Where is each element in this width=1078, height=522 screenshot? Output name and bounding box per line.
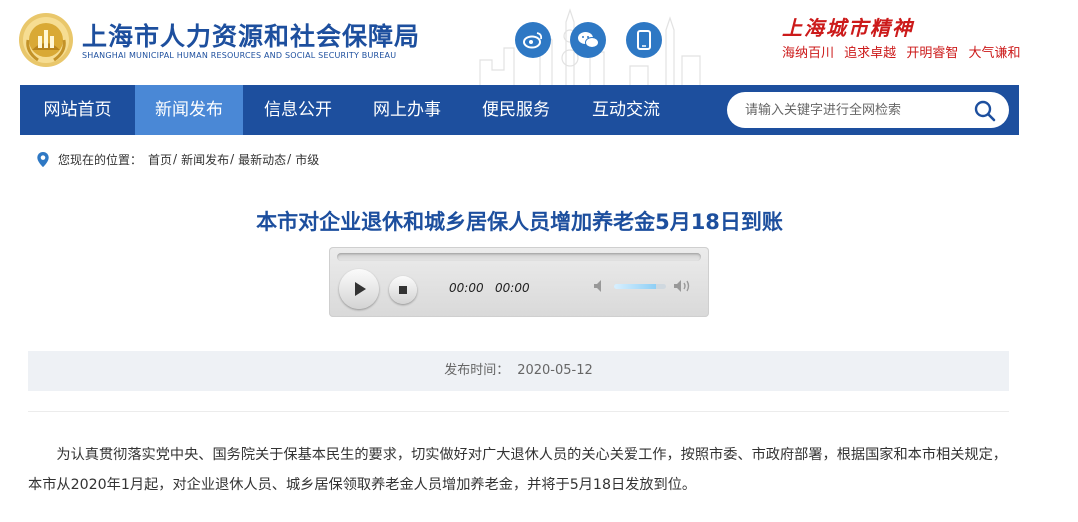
- nav-item-online-services[interactable]: 网上办事: [353, 85, 461, 135]
- mobile-icon: [637, 30, 651, 50]
- stop-icon: [399, 286, 407, 294]
- nav-item-interaction[interactable]: 互动交流: [571, 85, 681, 135]
- nav-item-public-services[interactable]: 便民服务: [461, 85, 571, 135]
- publish-label: 发布时间：: [444, 363, 510, 378]
- volume-slider[interactable]: [614, 284, 666, 289]
- nav-item-home[interactable]: 网站首页: [20, 85, 135, 135]
- breadcrumb-separator: /: [230, 152, 235, 166]
- city-spirit-title: 上海城市精神: [782, 16, 914, 40]
- bureau-emblem-icon[interactable]: [18, 12, 74, 68]
- breadcrumb-prefix: 您现在的位置：: [58, 152, 143, 167]
- play-button[interactable]: [339, 269, 379, 309]
- weibo-button[interactable]: [515, 22, 551, 58]
- site-header: 上海市人力资源和社会保障局 SHANGHAI MUNICIPAL HUMAN R…: [0, 0, 1078, 85]
- duration: 00:00: [495, 281, 530, 295]
- play-icon: [355, 282, 366, 296]
- spirit-slogan: 大气谦和: [968, 46, 1021, 61]
- spirit-slogan: 开明睿智: [906, 46, 959, 61]
- seek-bar[interactable]: [337, 253, 701, 261]
- volume-max-icon[interactable]: [673, 278, 693, 294]
- mobile-site-button[interactable]: [626, 22, 662, 58]
- current-time: 00:00: [449, 281, 484, 295]
- site-subtitle: SHANGHAI MUNICIPAL HUMAN RESOURCES AND S…: [82, 51, 397, 60]
- breadcrumb-separator: /: [173, 152, 178, 166]
- nav-item-news[interactable]: 新闻发布: [135, 85, 243, 135]
- article-paragraph: 为认真贯彻落实党中央、国务院关于保基本民生的要求，切实做好对广大退休人员的关心关…: [28, 447, 1007, 493]
- nav-item-info-disclosure[interactable]: 信息公开: [243, 85, 353, 135]
- stop-button[interactable]: [389, 276, 417, 304]
- city-spirit-slogans: 海纳百川 追求卓越 开明睿智 大气谦和: [782, 42, 1026, 61]
- breadcrumb-news[interactable]: 新闻发布: [181, 151, 229, 168]
- divider: [28, 411, 1009, 412]
- volume-mute-icon[interactable]: [593, 279, 609, 293]
- site-title: 上海市人力资源和社会保障局: [82, 22, 421, 51]
- breadcrumb-latest[interactable]: 最新动态: [238, 151, 286, 168]
- article-title: 本市对企业退休和城乡居保人员增加养老金5月18日到账: [256, 210, 783, 234]
- weibo-icon: [523, 32, 543, 49]
- breadcrumb-separator: /: [287, 152, 292, 166]
- volume-level: [614, 284, 656, 289]
- breadcrumb-municipal[interactable]: 市级: [295, 151, 319, 168]
- breadcrumb-home[interactable]: 首页: [148, 151, 172, 168]
- publish-date: 2020-05-12: [517, 363, 593, 378]
- spirit-slogan: 追求卓越: [844, 46, 897, 61]
- search-icon[interactable]: [973, 99, 997, 123]
- breadcrumb: 您现在的位置： 首页 / 新闻发布 / 最新动态 / 市级: [36, 150, 319, 168]
- wechat-icon: [578, 32, 599, 48]
- search-box: [727, 92, 1009, 128]
- location-pin-icon: [37, 151, 49, 167]
- main-nav: 网站首页 新闻发布 信息公开 网上办事 便民服务 互动交流: [20, 85, 1019, 135]
- search-input[interactable]: [745, 100, 965, 120]
- wechat-button[interactable]: [570, 22, 606, 58]
- spirit-slogan: 海纳百川: [782, 46, 835, 61]
- publish-info: 发布时间： 2020-05-12: [28, 351, 1009, 391]
- audio-player: 00:00 00:00: [329, 247, 709, 317]
